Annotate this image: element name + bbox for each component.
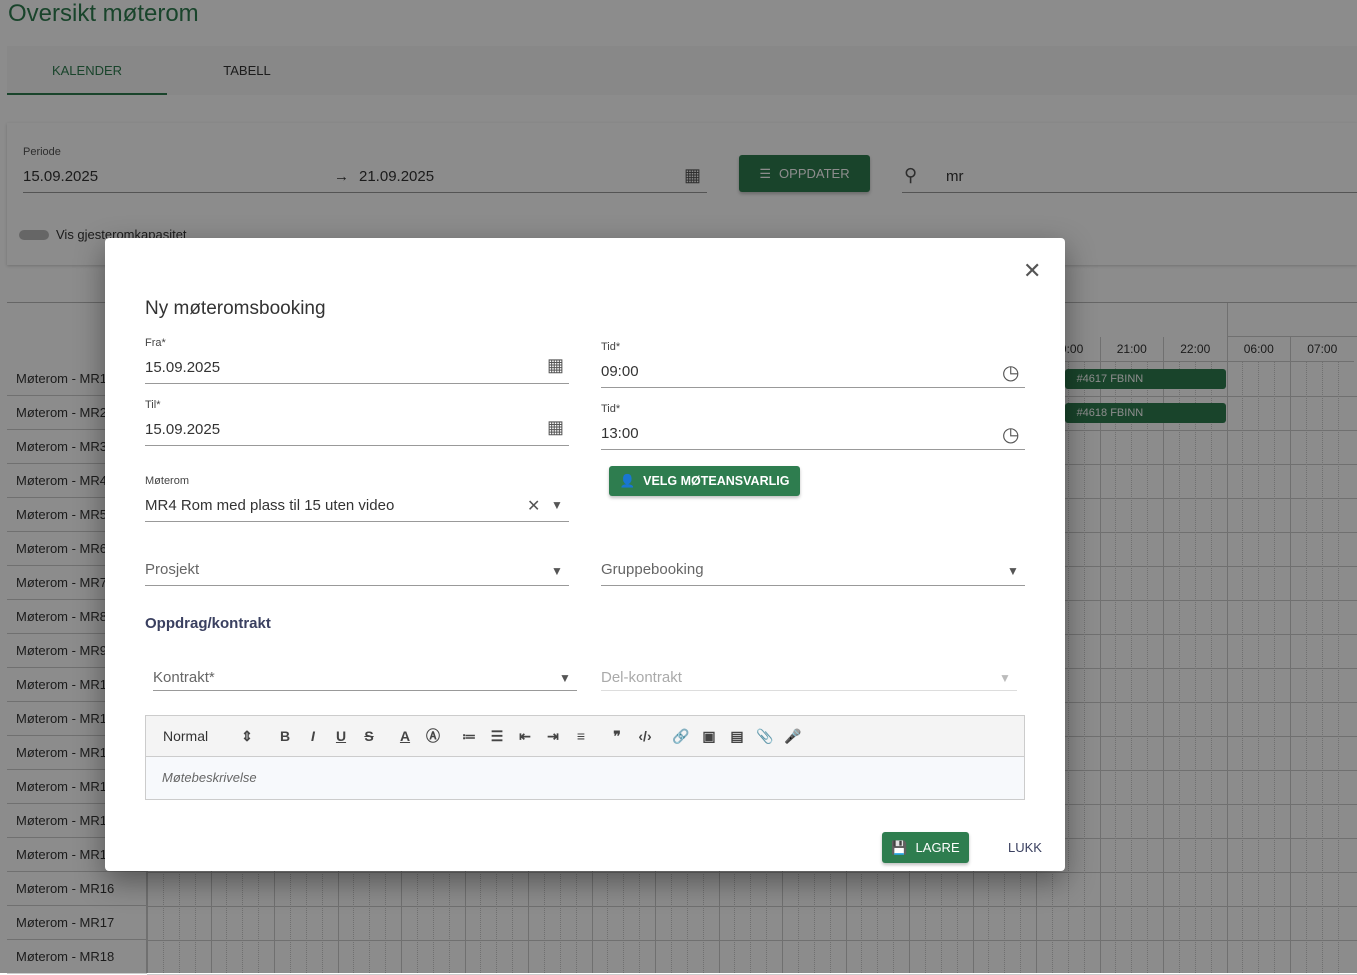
link-icon[interactable]: 🔗 bbox=[667, 728, 695, 745]
subcontract-select: Del-kontrakt bbox=[601, 669, 682, 686]
group-booking-select[interactable]: Gruppebooking bbox=[601, 561, 704, 578]
editor-toolbar: Normal ⇕ B I U S A Ⓐ ≔ ☰ ⇤ ⇥ ≡ ❞ ‹/› 🔗 ▣… bbox=[146, 716, 1024, 757]
background-color-icon[interactable]: Ⓐ bbox=[419, 726, 447, 746]
clock-icon[interactable]: ◷ bbox=[1002, 360, 1019, 385]
person-search-icon: 👤 bbox=[620, 474, 636, 489]
save-icon: 💾 bbox=[891, 840, 907, 856]
align-icon[interactable]: ≡ bbox=[567, 728, 595, 744]
contract-select[interactable]: Kontrakt* bbox=[153, 669, 215, 686]
chevron-down-icon[interactable]: ▼ bbox=[1007, 564, 1019, 578]
chevron-down-icon[interactable]: ▼ bbox=[551, 498, 563, 512]
chevron-down-icon[interactable]: ▼ bbox=[551, 564, 563, 578]
save-button[interactable]: 💾 LAGRE bbox=[882, 832, 969, 863]
room-select[interactable]: MR4 Rom med plass til 15 uten video bbox=[145, 497, 394, 514]
calendar-icon[interactable]: ▦ bbox=[547, 355, 564, 376]
to-date-input[interactable]: 15.09.2025 bbox=[145, 421, 220, 438]
bullet-list-icon[interactable]: ☰ bbox=[483, 728, 511, 745]
to-label: Til* bbox=[145, 399, 160, 411]
select-responsible-button[interactable]: 👤 VELG MØTEANSVARLIG bbox=[609, 466, 800, 496]
chevron-down-icon: ▼ bbox=[999, 671, 1011, 685]
time-from-input[interactable]: 09:00 bbox=[601, 363, 639, 380]
room-label: Møterom bbox=[145, 475, 189, 487]
from-date-input[interactable]: 15.09.2025 bbox=[145, 359, 220, 376]
description-input[interactable]: Møtebeskrivelse bbox=[146, 757, 1024, 799]
code-icon[interactable]: ‹/› bbox=[631, 728, 659, 744]
project-select[interactable]: Prosjekt bbox=[145, 561, 199, 578]
microphone-icon[interactable]: 🎤 bbox=[779, 728, 807, 745]
image-icon[interactable]: ▣ bbox=[695, 728, 723, 745]
description-editor: Normal ⇕ B I U S A Ⓐ ≔ ☰ ⇤ ⇥ ≡ ❞ ‹/› 🔗 ▣… bbox=[145, 715, 1025, 800]
format-select-arrow-icon[interactable]: ⇕ bbox=[233, 728, 261, 745]
booking-dialog: ✕ Ny møteromsbooking Fra* 15.09.2025 ▦ T… bbox=[105, 238, 1065, 871]
chevron-down-icon[interactable]: ▼ bbox=[559, 671, 571, 685]
attachment-icon[interactable]: 📎 bbox=[751, 728, 779, 745]
ordered-list-icon[interactable]: ≔ bbox=[455, 728, 483, 745]
clock-icon[interactable]: ◷ bbox=[1002, 422, 1019, 447]
time-to-input[interactable]: 13:00 bbox=[601, 425, 639, 442]
bold-icon[interactable]: B bbox=[271, 728, 299, 744]
text-color-icon[interactable]: A bbox=[391, 728, 419, 744]
time-from-label: Tid* bbox=[601, 341, 620, 353]
format-select[interactable]: Normal bbox=[163, 728, 233, 744]
indent-icon[interactable]: ⇥ bbox=[539, 728, 567, 745]
save-button-label: LAGRE bbox=[916, 840, 960, 855]
italic-icon[interactable]: I bbox=[299, 728, 327, 744]
blockquote-icon[interactable]: ❞ bbox=[603, 728, 631, 745]
close-button[interactable]: LUKK bbox=[1008, 840, 1042, 855]
dialog-title: Ny møteromsbooking bbox=[145, 298, 326, 320]
outdent-icon[interactable]: ⇤ bbox=[511, 728, 539, 745]
from-label: Fra* bbox=[145, 337, 166, 349]
calendar-icon[interactable]: ▦ bbox=[547, 417, 564, 438]
underline-icon[interactable]: U bbox=[327, 728, 355, 744]
section-title: Oppdrag/kontrakt bbox=[145, 615, 271, 632]
video-icon[interactable]: ▤ bbox=[723, 728, 751, 745]
time-to-label: Tid* bbox=[601, 403, 620, 415]
close-icon[interactable]: ✕ bbox=[1023, 258, 1041, 284]
clear-icon[interactable]: ✕ bbox=[527, 496, 540, 516]
strikethrough-icon[interactable]: S bbox=[355, 728, 383, 744]
select-responsible-label: VELG MØTEANSVARLIG bbox=[643, 474, 789, 488]
